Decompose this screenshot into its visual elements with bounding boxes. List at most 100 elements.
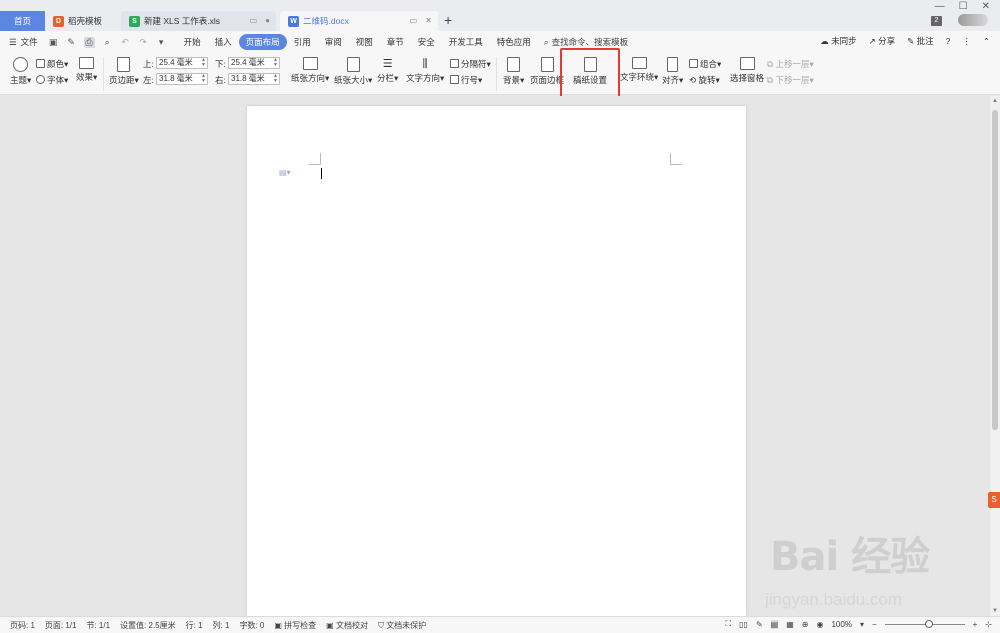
web-view-icon[interactable]: ⊕ [802,620,809,629]
tab-references[interactable]: 引用 [287,34,318,50]
share-button[interactable]: ↗ 分享 [869,35,896,47]
status-col[interactable]: 列: 1 [213,620,230,631]
save-icon[interactable]: ▣ [48,37,59,48]
zoom-in-icon[interactable]: + [973,620,978,629]
window-icon[interactable]: ▭ [410,16,418,25]
top-margin-input[interactable]: 25.4 毫米 ▲ ▼ [156,57,208,69]
group-icon [689,59,698,68]
tab-developer[interactable]: 开发工具 [442,34,490,50]
right-margin-input[interactable]: 31.8 毫米 ▲ ▼ [228,73,280,85]
paper-size-button[interactable]: 纸张大小▾ [334,57,372,86]
tab-page-layout[interactable]: 页面布局 [238,34,287,50]
tab-view[interactable]: 视图 [349,34,380,50]
breaks-button[interactable]: 分隔符▾ [450,58,491,70]
maximize-icon[interactable]: ☐ [959,1,968,12]
doc-proof-button[interactable]: ▣ 文档校对 [326,620,368,631]
send-backward-button[interactable]: ⧉ 下移一层▾ [767,74,814,86]
status-settings-icon[interactable]: ⊹ [985,620,992,629]
dot-icon[interactable]: ● [265,16,270,25]
avatar[interactable] [958,14,988,26]
new-tab-button[interactable]: + [444,12,452,28]
zoom-slider-knob[interactable] [924,619,933,628]
fullscreen-icon[interactable]: ⛶ [726,619,732,629]
print-icon[interactable]: ⎙ [83,36,95,48]
status-row[interactable]: 行: 1 [186,620,203,631]
page-view-icon[interactable]: ▤ [770,619,779,629]
tab-chapter[interactable]: 章节 [380,34,411,50]
customize-icon[interactable]: ▾ [156,37,167,48]
margins-button[interactable]: 页边距▾ [109,57,139,86]
scrollbar-thumb[interactable] [992,110,998,430]
tab-xls-file[interactable]: S 新建 XLS 工作表.xls ▭ ● [121,11,276,31]
sync-button[interactable]: ☁ 未同步 [820,35,856,47]
undo-icon[interactable]: ↶ [120,37,131,48]
bottom-margin-input[interactable]: 25.4 毫米 ▲ ▼ [228,57,280,69]
zoom-level[interactable]: 100% [831,620,851,629]
status-setting[interactable]: 设置值: 2.5厘米 [120,620,176,631]
eye-protect-icon[interactable]: ◉ [816,620,823,629]
outline-view-icon[interactable]: ▦ [786,620,794,629]
more-icon[interactable]: ⋮ [962,36,971,47]
spinner-icon[interactable]: ▲ ▼ [201,58,206,68]
page-border-button[interactable]: 页面边框 [530,57,564,86]
help-icon[interactable]: ? [946,36,951,46]
tab-home-ribbon[interactable]: 开始 [177,34,208,50]
tab-special[interactable]: 特色应用 [490,34,538,50]
vertical-scrollbar[interactable]: ▲ ▼ [990,96,1000,616]
status-words[interactable]: 字数: 0 [239,620,264,631]
document-page[interactable]: ▤▾ [247,106,746,618]
background-button[interactable]: 背景▾ [503,57,524,86]
file-menu[interactable]: ☰ 文件 [9,36,38,48]
left-margin-input[interactable]: 31.8 毫米 ▲ ▼ [156,73,208,85]
spinner-icon[interactable]: ▲ ▼ [201,74,206,84]
line-numbers-button[interactable]: 行号▾ [450,74,482,86]
window-icon[interactable]: ▭ [250,16,258,25]
close-window-icon[interactable]: ✕ [982,1,990,12]
print-preview-icon[interactable]: ⌕ [102,37,113,48]
effect-button[interactable]: 效果▾ [76,57,97,83]
collapse-ribbon-icon[interactable]: ⌃ [983,36,990,47]
side-widget-icon[interactable]: S [988,492,1000,508]
font-button[interactable]: 字体▾ [36,74,68,86]
columns-button[interactable]: ☰ 分栏▾ [377,57,398,84]
scroll-up-icon[interactable]: ▲ [992,98,998,104]
tab-security[interactable]: 安全 [411,34,442,50]
scroll-down-icon[interactable]: ▼ [992,608,998,614]
doc-protect-button[interactable]: ⛉ 文档未保护 [378,620,426,631]
paragraph-icon[interactable]: ▤▾ [279,168,291,177]
status-section[interactable]: 节: 1/1 [86,620,110,631]
tab-home[interactable]: 首页 [0,11,45,31]
minimize-icon[interactable]: — [935,1,945,12]
color-button[interactable]: 颜色▾ [36,58,68,70]
tab-docer-templates[interactable]: D 稻壳模板 [45,11,117,31]
command-search[interactable]: ⌕ 查找命令、搜索模板 [544,36,628,48]
window-count-badge[interactable]: 2 [931,16,942,26]
redo-icon[interactable]: ↷ [138,37,149,48]
pen-icon[interactable]: ✎ [756,620,763,629]
theme-button[interactable]: 主题▾ [10,57,31,86]
comment-button[interactable]: ✎ 批注 [907,35,934,47]
tab-insert[interactable]: 插入 [208,34,239,50]
zoom-out-icon[interactable]: − [872,620,877,629]
close-icon[interactable]: ✕ [425,16,432,25]
zoom-slider[interactable] [884,619,965,628]
group-button[interactable]: 组合▾ [689,58,721,70]
align-button[interactable]: 对齐▾ [662,57,683,86]
spinner-icon[interactable]: ▲ ▼ [273,58,278,68]
zoom-dropdown-icon[interactable]: ▾ [860,620,864,629]
selection-pane-button[interactable]: 选择窗格 [730,57,764,84]
tab-docx-file[interactable]: W 二维码.docx ▭ ✕ [280,11,438,31]
tab-review[interactable]: 审阅 [318,34,349,50]
spell-check-button[interactable]: ▣ 拼写检查 [274,620,316,631]
rotate-button[interactable]: ⟲ 旋转▾ [689,74,720,86]
spinner-icon[interactable]: ▲ ▼ [273,74,278,84]
group-label: 组合 [700,59,718,69]
read-mode-icon[interactable]: ▯▯ [739,620,748,629]
format-painter-icon[interactable]: ✎ [66,37,77,48]
status-page-code[interactable]: 页码: 1 [10,620,35,631]
orientation-button[interactable]: 纸张方向▾ [291,57,329,84]
text-direction-button[interactable]: ⫼ 文字方向▾ [406,57,444,84]
status-pages[interactable]: 页面: 1/1 [45,620,77,631]
text-wrap-button[interactable]: 文字环绕▾ [620,57,658,83]
bring-forward-button[interactable]: ⧉ 上移一层▾ [767,58,814,70]
